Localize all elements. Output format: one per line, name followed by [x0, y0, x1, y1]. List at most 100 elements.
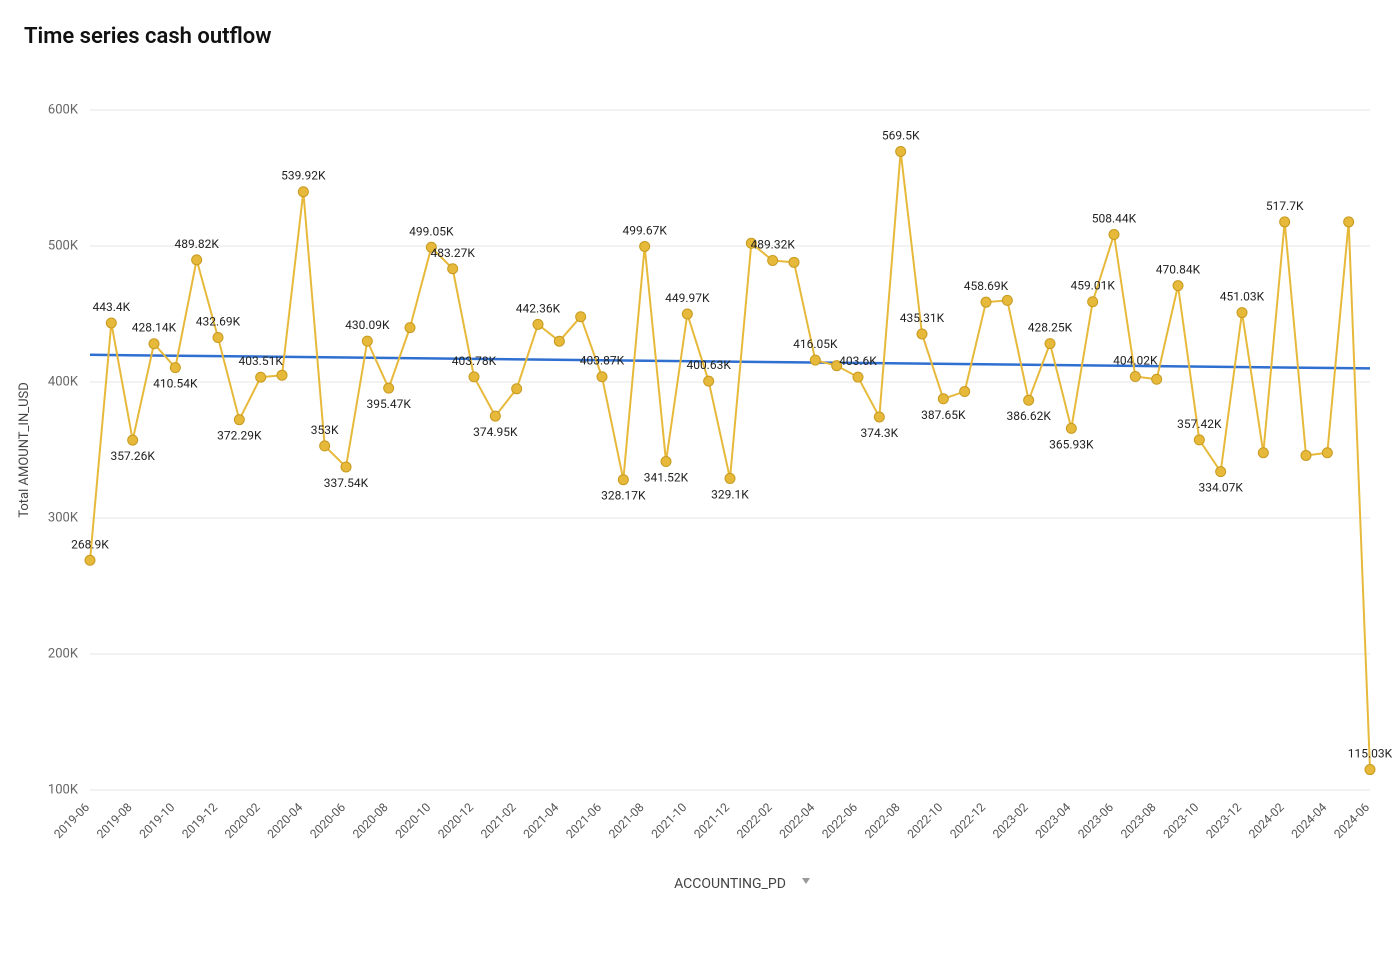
- x-tick-label: 2022-06: [819, 800, 860, 841]
- data-label: 508.44K: [1092, 212, 1137, 226]
- data-point[interactable]: [1130, 372, 1140, 382]
- caret-down-icon: [802, 878, 810, 884]
- x-tick-label: 2021-06: [563, 800, 604, 841]
- data-point[interactable]: [1024, 395, 1034, 405]
- data-label: 459.01K: [1070, 279, 1115, 293]
- data-point[interactable]: [1216, 467, 1226, 477]
- x-tick-label: 2019-08: [94, 800, 135, 841]
- data-label: 470.84K: [1156, 263, 1201, 277]
- data-label: 337.54K: [324, 476, 369, 490]
- data-point[interactable]: [1173, 281, 1183, 291]
- chart-svg: 100K200K300K400K500K600K268.9K443.4K357.…: [0, 80, 1400, 900]
- data-point[interactable]: [320, 441, 330, 451]
- data-point[interactable]: [128, 435, 138, 445]
- data-point[interactable]: [448, 264, 458, 274]
- x-tick-label: 2022-02: [734, 800, 775, 841]
- data-point[interactable]: [640, 241, 650, 251]
- data-point[interactable]: [1066, 423, 1076, 433]
- data-label: 428.14K: [132, 321, 177, 335]
- x-tick-label: 2023-08: [1118, 800, 1159, 841]
- chart-plot-area: 100K200K300K400K500K600K268.9K443.4K357.…: [0, 80, 1400, 900]
- data-label: 403.6K: [839, 354, 877, 368]
- data-point[interactable]: [725, 473, 735, 483]
- data-label: 569.5K: [882, 128, 920, 142]
- data-point[interactable]: [341, 462, 351, 472]
- data-point[interactable]: [597, 372, 607, 382]
- data-point[interactable]: [192, 255, 202, 265]
- x-tick-label: 2021-10: [649, 800, 690, 841]
- y-tick-label: 400K: [48, 374, 79, 389]
- data-point[interactable]: [938, 394, 948, 404]
- data-point[interactable]: [1045, 339, 1055, 349]
- data-point[interactable]: [149, 339, 159, 349]
- data-point[interactable]: [533, 319, 543, 329]
- y-axis-title[interactable]: Total AMOUNT_IN_USD: [17, 382, 32, 518]
- data-point[interactable]: [1280, 217, 1290, 227]
- data-point[interactable]: [789, 257, 799, 267]
- data-point[interactable]: [1237, 308, 1247, 318]
- x-tick-label: 2023-12: [1203, 800, 1244, 841]
- data-point[interactable]: [256, 372, 266, 382]
- x-tick-label: 2022-04: [777, 800, 818, 841]
- data-point[interactable]: [810, 355, 820, 365]
- x-tick-label: 2021-02: [478, 800, 519, 841]
- data-point[interactable]: [170, 363, 180, 373]
- data-label: 489.32K: [750, 238, 795, 252]
- data-point[interactable]: [1109, 230, 1119, 240]
- data-label: 365.93K: [1049, 437, 1094, 451]
- data-label: 458.69K: [964, 279, 1009, 293]
- data-point[interactable]: [853, 372, 863, 382]
- data-point[interactable]: [554, 336, 564, 346]
- data-label: 404.02K: [1113, 354, 1158, 368]
- data-point[interactable]: [682, 309, 692, 319]
- x-tick-label: 2019-10: [137, 800, 178, 841]
- data-point[interactable]: [85, 555, 95, 565]
- data-label: 357.42K: [1177, 417, 1222, 431]
- data-point[interactable]: [1365, 765, 1375, 775]
- data-point[interactable]: [917, 329, 927, 339]
- y-tick-label: 100K: [48, 782, 79, 797]
- data-point[interactable]: [298, 187, 308, 197]
- data-point[interactable]: [1088, 297, 1098, 307]
- x-tick-label: 2020-08: [350, 800, 391, 841]
- data-point[interactable]: [768, 256, 778, 266]
- data-point[interactable]: [469, 372, 479, 382]
- data-label: 115.03K: [1348, 747, 1393, 761]
- data-point[interactable]: [512, 384, 522, 394]
- data-point[interactable]: [1258, 448, 1268, 458]
- data-point[interactable]: [618, 475, 628, 485]
- data-point[interactable]: [1322, 448, 1332, 458]
- data-point[interactable]: [1301, 450, 1311, 460]
- x-axis-title[interactable]: ACCOUNTING_PD: [674, 876, 786, 892]
- data-label: 451.03K: [1220, 290, 1265, 304]
- data-point[interactable]: [234, 415, 244, 425]
- data-point[interactable]: [277, 370, 287, 380]
- data-point[interactable]: [490, 411, 500, 421]
- x-tick-label: 2020-06: [307, 800, 348, 841]
- data-point[interactable]: [704, 376, 714, 386]
- data-point[interactable]: [576, 312, 586, 322]
- x-tick-label: 2023-02: [990, 800, 1031, 841]
- data-point[interactable]: [661, 457, 671, 467]
- data-point[interactable]: [1152, 374, 1162, 384]
- data-point[interactable]: [384, 383, 394, 393]
- data-point[interactable]: [981, 297, 991, 307]
- data-point[interactable]: [896, 146, 906, 156]
- x-tick-label: 2022-12: [947, 800, 988, 841]
- data-point[interactable]: [106, 318, 116, 328]
- data-point[interactable]: [362, 336, 372, 346]
- data-label: 517.7K: [1266, 199, 1304, 213]
- data-point[interactable]: [213, 333, 223, 343]
- data-point[interactable]: [960, 387, 970, 397]
- data-label: 372.29K: [217, 429, 262, 443]
- data-point[interactable]: [405, 323, 415, 333]
- x-tick-label: 2020-02: [222, 800, 263, 841]
- data-label: 395.47K: [366, 397, 411, 411]
- x-tick-label: 2019-06: [51, 800, 92, 841]
- data-point[interactable]: [1002, 295, 1012, 305]
- data-point[interactable]: [1344, 217, 1354, 227]
- data-point[interactable]: [1194, 435, 1204, 445]
- chart-container: { "title": "Time series cash outflow", "…: [0, 0, 1400, 974]
- data-point[interactable]: [874, 412, 884, 422]
- data-label: 499.05K: [409, 224, 454, 238]
